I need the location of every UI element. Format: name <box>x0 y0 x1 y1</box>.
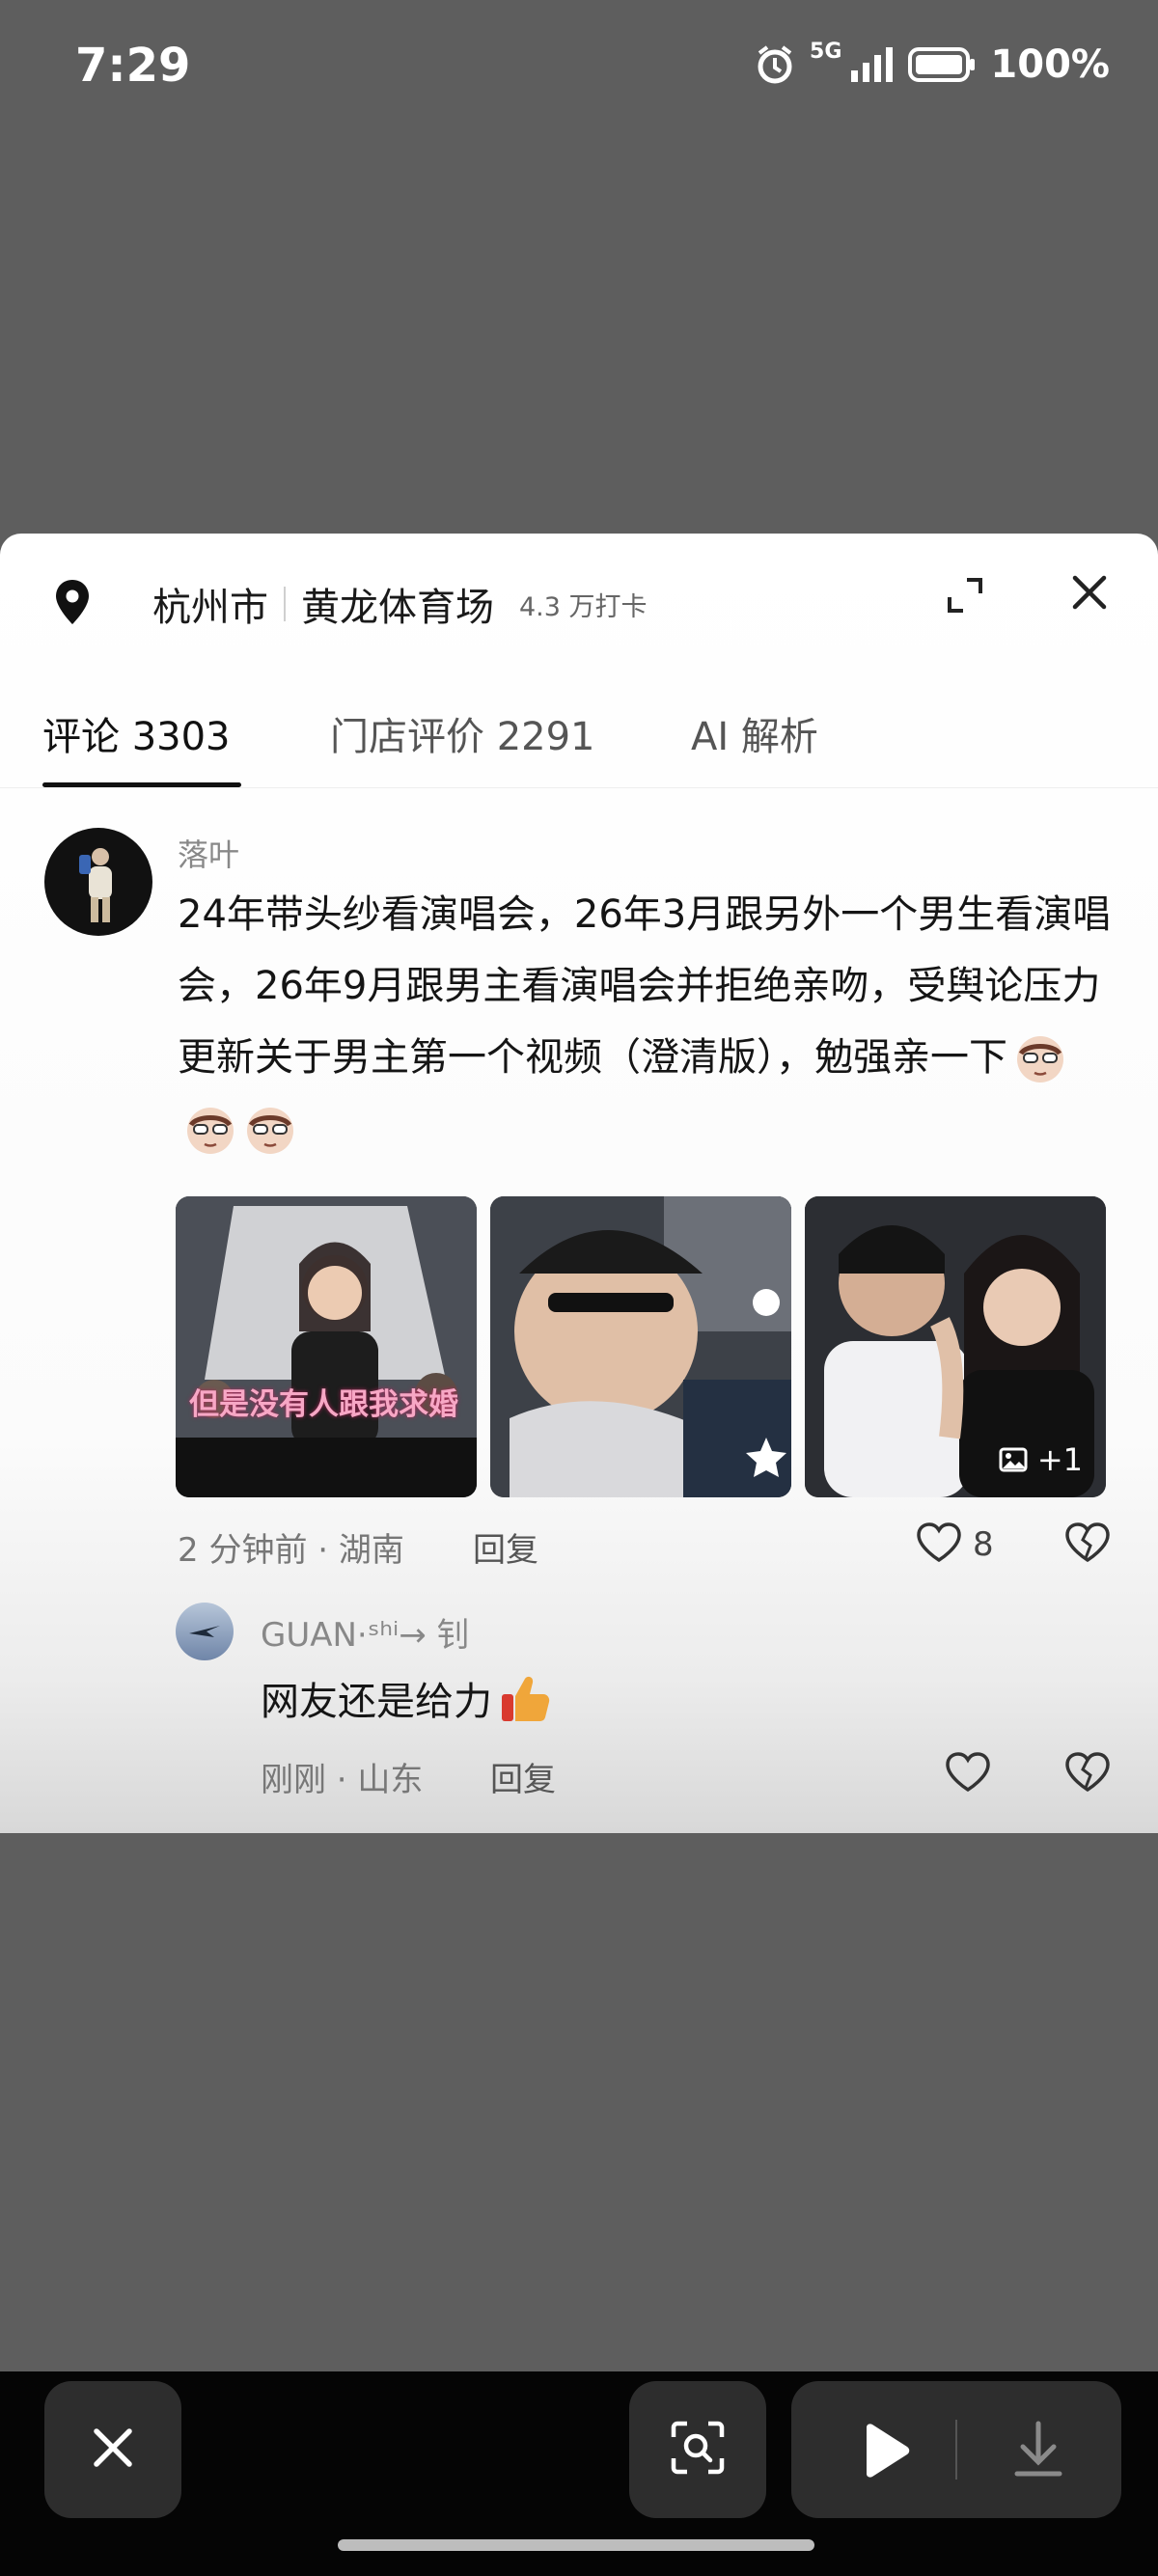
checkin-count: 4.3 万打卡 <box>519 591 648 622</box>
like-count: 8 <box>973 1525 994 1564</box>
more-images[interactable]: +1 <box>999 1441 1083 1478</box>
location-pin-icon <box>52 578 93 630</box>
reply-reply-button[interactable]: 回复 <box>490 1753 556 1800</box>
controls-divider <box>955 2420 957 2480</box>
network-label: 5G <box>810 39 842 64</box>
tab-comments[interactable]: 评论 3303 <box>42 705 231 761</box>
status-time: 7:29 <box>75 39 191 93</box>
close-icon <box>89 2424 137 2476</box>
image-caption: 但是没有人跟我求婚 <box>189 1387 458 1422</box>
home-indicator[interactable] <box>338 2539 814 2551</box>
comment-body: 24年带头纱看演唱会，26年3月跟另外一个男生看演唱会，26年9月跟男主看演唱会… <box>178 879 1114 1165</box>
comment-username[interactable]: 落叶 <box>178 831 239 875</box>
play-icon[interactable] <box>861 2424 911 2481</box>
avatar[interactable] <box>44 828 152 936</box>
reply-time-location: 刚刚 · 山东 <box>261 1761 424 1799</box>
more-images-count: +1 <box>1036 1441 1083 1478</box>
status-bar: 7:29 5G 100% <box>0 0 1158 135</box>
reply-dislike-icon[interactable] <box>1063 1751 1112 1797</box>
reply-text: 网友还是给力 <box>261 1680 492 1724</box>
like-icon[interactable] <box>915 1521 963 1568</box>
smirk-face-emoji-icon <box>243 1104 297 1158</box>
comment-text: 24年带头纱看演唱会，26年3月跟另外一个男生看演唱会，26年9月跟男主看演唱会… <box>178 892 1112 1080</box>
comment-image-2[interactable] <box>490 1196 791 1497</box>
tab-store-reviews[interactable]: 门店评价 2291 <box>330 705 595 761</box>
battery-icon <box>907 45 977 84</box>
smirk-face-emoji-icon <box>1013 1032 1067 1086</box>
comment-images: 但是没有人跟我求婚 +1 <box>176 1196 1106 1497</box>
media-controls <box>791 2381 1121 2518</box>
dislike-icon[interactable] <box>1063 1521 1112 1568</box>
battery-percent: 100% <box>990 42 1110 87</box>
reply-avatar[interactable] <box>176 1603 234 1660</box>
close-icon[interactable] <box>1069 572 1110 617</box>
smirk-face-emoji-icon <box>183 1104 237 1158</box>
scan-icon <box>670 2420 726 2480</box>
reply-body: 网友还是给力 <box>261 1670 552 1735</box>
tab-bar: 评论 3303 门店评价 2291 AI 解析 <box>0 688 1158 784</box>
divider <box>0 787 1158 788</box>
comment-time-location: 2 分钟前 · 湖南 <box>178 1531 404 1570</box>
thumbs-up-emoji-icon <box>498 1673 552 1735</box>
close-button[interactable] <box>44 2381 181 2518</box>
comment-image-3[interactable]: +1 <box>805 1196 1106 1497</box>
scan-button[interactable] <box>629 2381 766 2518</box>
tab-ai-analysis[interactable]: AI 解析 <box>691 705 818 761</box>
city-name: 杭州市 <box>152 586 268 630</box>
reply-username[interactable]: GUAN·ˢʰⁱ→ 钊 <box>261 1608 470 1656</box>
venue-name: 黄龙体育场 <box>301 586 494 630</box>
comment-panel: 杭州市 黄龙体育场 4.3 万打卡 评论 3303 门店评价 2291 AI 解… <box>0 534 1158 1833</box>
comment-image-1[interactable]: 但是没有人跟我求婚 <box>176 1196 477 1497</box>
title-divider <box>284 587 286 621</box>
reply-like-icon[interactable] <box>944 1751 992 1797</box>
expand-icon[interactable] <box>944 574 986 620</box>
status-indicators: 5G 100% <box>754 39 1110 87</box>
download-icon[interactable] <box>1011 2420 1065 2483</box>
alarm-icon <box>754 43 796 86</box>
location-title[interactable]: 杭州市 黄龙体育场 4.3 万打卡 <box>152 576 648 632</box>
reply-button[interactable]: 回复 <box>473 1523 538 1571</box>
signal-icon <box>849 45 894 84</box>
image-icon <box>999 1447 1028 1472</box>
